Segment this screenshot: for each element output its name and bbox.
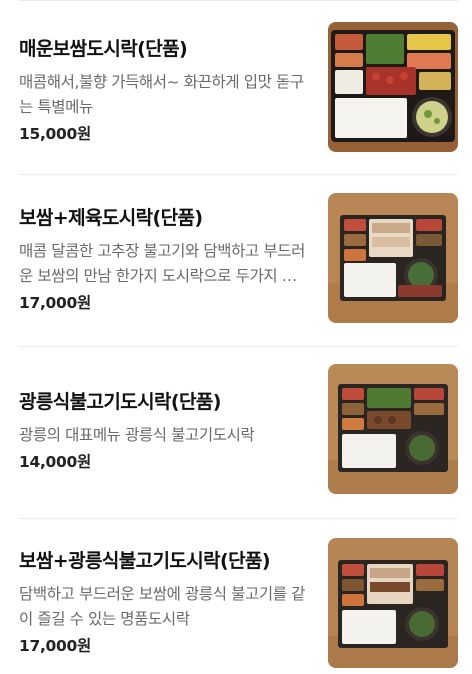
menu-item-description: 담백하고 부드러운 보쌈에 광릉식 불고기를 같이 즐길 수 있는 명품도시락 xyxy=(19,585,305,628)
top-divider xyxy=(18,0,458,1)
menu-item-name: 매운보쌈도시락(단품) xyxy=(19,38,188,60)
menu-item[interactable]: 광릉식불고기도시락(단품) 광릉의 대표메뉴 광릉식 불고기도시락 14,000… xyxy=(0,347,472,519)
menu-item-description: 매콤해서,불향 가득해서~ 화끈하게 입맛 돋구는 특별메뉴 xyxy=(19,73,304,116)
menu-item-price: 17,000원 xyxy=(19,637,91,655)
menu-item[interactable]: 보쌈+제육도시락(단품) 매콤 달콤한 고추장 불고기와 담백하고 부드러운 보… xyxy=(0,175,472,347)
menu-item-info: 보쌈+광릉식불고기도시락(단품) 담백하고 부드러운 보쌈에 광릉식 불고기를 … xyxy=(19,546,311,656)
menu-item-name: 광릉식불고기도시락(단품) xyxy=(19,391,221,413)
menu-item-image[interactable] xyxy=(328,193,458,323)
menu-item[interactable]: 매운보쌈도시락(단품) 매콤해서,불향 가득해서~ 화끈하게 입맛 돋구는 특별… xyxy=(0,3,472,175)
menu-item-description: 매콤 달콤한 고추장 불고기와 담백하고 부드러운 보쌈의 만남 한가지 도시락… xyxy=(19,242,310,285)
menu-item-image[interactable] xyxy=(328,22,458,152)
menu-item-name: 보쌈+제육도시락(단품) xyxy=(19,207,203,229)
menu-item-description: 광릉의 대표메뉴 광릉식 불고기도시락 xyxy=(19,426,255,444)
menu-item-image[interactable] xyxy=(328,538,458,668)
menu-item-info: 보쌈+제육도시락(단품) 매콤 달콤한 고추장 불고기와 담백하고 부드러운 보… xyxy=(19,203,311,313)
menu-item-price: 15,000원 xyxy=(19,125,91,143)
menu-item-info: 매운보쌈도시락(단품) 매콤해서,불향 가득해서~ 화끈하게 입맛 돋구는 특별… xyxy=(19,34,311,144)
menu-item-price: 17,000원 xyxy=(19,294,91,312)
menu-item[interactable]: 보쌈+광릉식불고기도시락(단품) 담백하고 부드러운 보쌈에 광릉식 불고기를 … xyxy=(0,519,472,674)
menu-item-price: 14,000원 xyxy=(19,453,91,471)
menu-item-image[interactable] xyxy=(328,364,458,494)
menu-item-info: 광릉식불고기도시락(단품) 광릉의 대표메뉴 광릉식 불고기도시락 14,000… xyxy=(19,387,311,472)
menu-item-name: 보쌈+광릉식불고기도시락(단품) xyxy=(19,550,271,572)
